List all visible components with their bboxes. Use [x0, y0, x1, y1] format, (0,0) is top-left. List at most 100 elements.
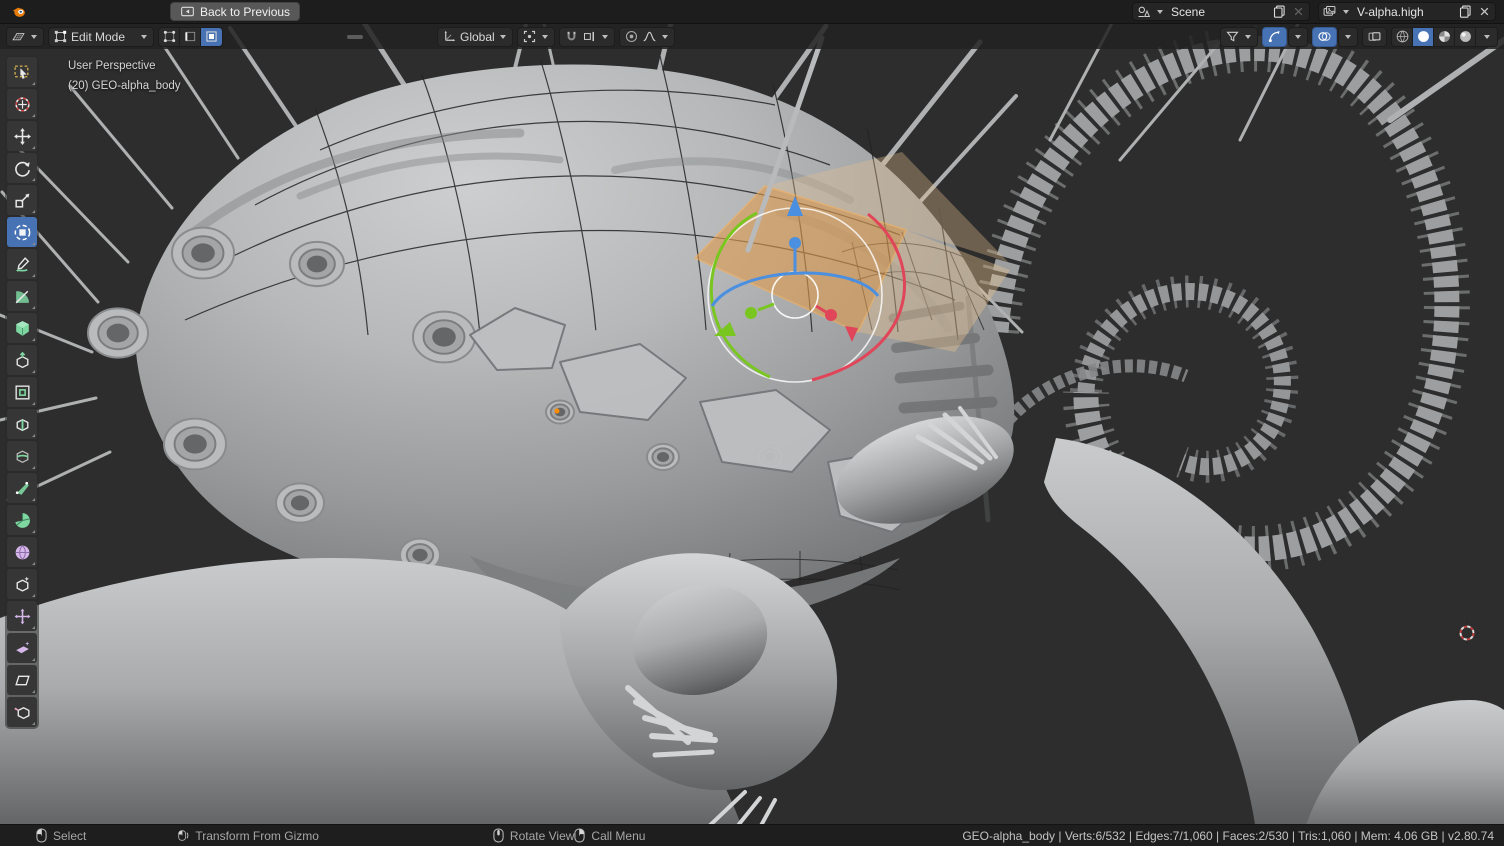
menu-window[interactable]: [102, 10, 122, 14]
menu-add[interactable]: [267, 35, 283, 39]
tool-rip-region[interactable]: [7, 697, 37, 727]
inset-icon: [13, 383, 32, 402]
close-view-layer-icon[interactable]: [1477, 4, 1492, 19]
blender-logo-icon: [8, 2, 28, 22]
menu-render[interactable]: [80, 10, 100, 14]
mesh-select-mode: [158, 27, 223, 47]
topbar-right: Scene V-alpha.high: [1132, 2, 1496, 21]
tool-scale[interactable]: [7, 185, 37, 215]
select-mode-vertex-button[interactable]: [159, 28, 180, 46]
gizmos-dropdown[interactable]: [1288, 27, 1308, 47]
menu-edge[interactable]: [315, 35, 331, 39]
menu-mesh[interactable]: [283, 35, 299, 39]
view-object-types-button[interactable]: [1220, 27, 1258, 47]
menu-face[interactable]: [331, 35, 347, 39]
filter-funnel-icon: [1225, 29, 1240, 44]
show-gizmos-toggle[interactable]: [1262, 27, 1287, 47]
menu-vertex[interactable]: [299, 35, 315, 39]
mouse-left-drag-icon: [178, 828, 189, 843]
tool-cursor[interactable]: [7, 89, 37, 119]
tool-rotate[interactable]: [7, 153, 37, 183]
menu-help[interactable]: [124, 10, 144, 14]
back-to-previous-button[interactable]: Back to Previous: [170, 2, 300, 21]
menu-edit[interactable]: [58, 10, 78, 14]
scene-name: Scene: [1169, 5, 1268, 19]
loop-cut-icon: [13, 447, 32, 466]
proportional-editing-controls: [619, 27, 675, 47]
tool-loop-cut[interactable]: [7, 441, 37, 471]
new-scene-icon[interactable]: [1272, 4, 1287, 19]
orientation-global-icon: [442, 29, 457, 44]
tool-spin[interactable]: [7, 537, 37, 567]
chevron-down-icon: [542, 35, 548, 39]
xray-toggle[interactable]: [1362, 27, 1387, 47]
viewport-menus: [235, 35, 363, 39]
new-view-layer-icon[interactable]: [1458, 4, 1473, 19]
view-layer-selector[interactable]: V-alpha.high: [1318, 2, 1496, 21]
menu-file[interactable]: [36, 10, 56, 14]
status-bar: Select Transform From Gizmo Rotate View …: [0, 824, 1504, 846]
shading-solid-button[interactable]: [1413, 28, 1434, 46]
select-mode-edge-button[interactable]: [180, 28, 201, 46]
falloff-curve-icon[interactable]: [642, 29, 657, 44]
proportional-editing-icon[interactable]: [624, 29, 639, 44]
close-scene-icon: [1291, 4, 1306, 19]
tool-shelf: [5, 55, 39, 729]
menu-uv[interactable]: [347, 35, 363, 39]
pivot-point-button[interactable]: [517, 27, 555, 47]
xray-icon: [1367, 29, 1382, 44]
snap-target-icon[interactable]: [582, 29, 597, 44]
shading-rendered-icon: [1458, 29, 1473, 44]
editor-type-button[interactable]: [6, 27, 44, 47]
top-bar: Back to Previous Scene V-alpha.high: [0, 0, 1504, 24]
show-overlays-toggle[interactable]: [1312, 27, 1337, 47]
measure-icon: [13, 287, 32, 306]
tool-shear[interactable]: [7, 665, 37, 695]
viewport-3d[interactable]: Edit Mode Global: [0, 24, 1504, 824]
tool-shrink-fatten[interactable]: [7, 633, 37, 663]
chevron-down-icon: [500, 35, 506, 39]
chevron-down-icon: [31, 35, 37, 39]
shading-material-button[interactable]: [1434, 28, 1455, 46]
cursor-3d: [1455, 621, 1479, 645]
shear-icon: [13, 671, 32, 690]
randomize-icon: [13, 607, 32, 626]
tool-poly-build[interactable]: [7, 505, 37, 535]
shrink-fatten-icon: [13, 639, 32, 658]
select-face-icon: [204, 29, 219, 44]
tool-inset-faces[interactable]: [7, 377, 37, 407]
pivot-point-icon: [522, 29, 537, 44]
edit-mode-icon: [53, 29, 68, 44]
menu-select[interactable]: [251, 35, 267, 39]
scene-selector[interactable]: Scene: [1132, 2, 1310, 21]
tool-transform[interactable]: [7, 217, 37, 247]
mode-selector[interactable]: Edit Mode: [48, 27, 154, 47]
shading-material-icon: [1437, 29, 1452, 44]
tool-smooth[interactable]: [7, 569, 37, 599]
shading-wireframe-button[interactable]: [1392, 28, 1413, 46]
overlays-dropdown[interactable]: [1338, 27, 1358, 47]
tool-annotate[interactable]: [7, 249, 37, 279]
menu-view[interactable]: [235, 35, 251, 39]
snap-magnet-icon[interactable]: [564, 29, 579, 44]
mesh-statistics: GEO-alpha_body | Verts:6/532 | Edges:7/1…: [962, 829, 1494, 843]
view-layer-icon: [1322, 4, 1337, 19]
shading-dropdown[interactable]: [1476, 28, 1497, 46]
tool-randomize[interactable]: [7, 601, 37, 631]
tool-move[interactable]: [7, 121, 37, 151]
tool-extrude-region[interactable]: [7, 345, 37, 375]
snap-controls: [559, 27, 615, 47]
tool-measure[interactable]: [7, 281, 37, 311]
viewport-header: Edit Mode Global: [0, 24, 1504, 49]
shading-rendered-button[interactable]: [1455, 28, 1476, 46]
tool-add-cube[interactable]: [7, 313, 37, 343]
tool-knife[interactable]: [7, 473, 37, 503]
scale-icon: [13, 191, 32, 210]
chevron-down-icon: [1295, 35, 1301, 39]
chevron-down-icon: [1157, 10, 1163, 14]
select-mode-face-button[interactable]: [201, 28, 222, 46]
tool-bevel[interactable]: [7, 409, 37, 439]
move-icon: [13, 127, 32, 146]
transform-orientation-button[interactable]: Global: [437, 27, 513, 47]
tool-select-box[interactable]: [7, 57, 37, 87]
